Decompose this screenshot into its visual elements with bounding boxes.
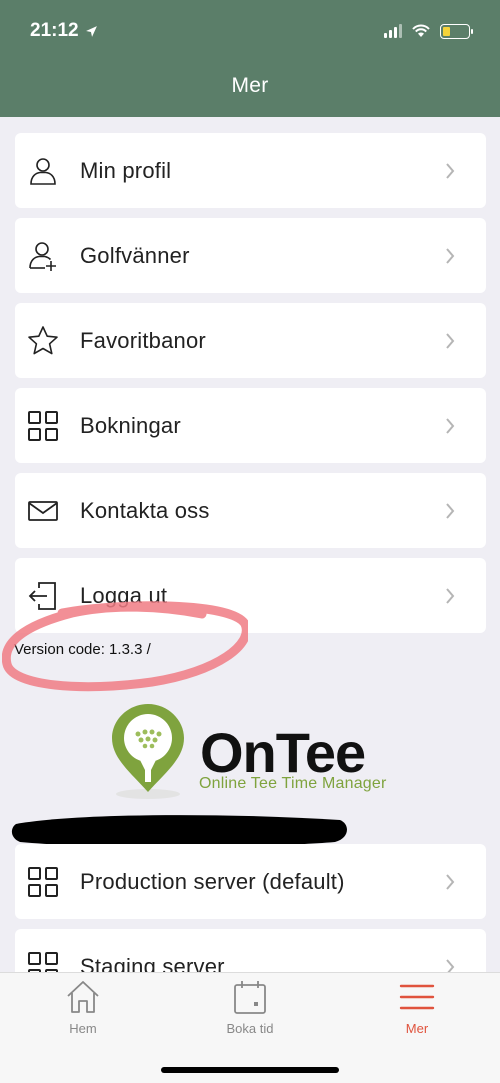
- home-icon: [67, 981, 99, 1013]
- golf-pin-logo-icon: [112, 704, 184, 799]
- status-bar: 21:12: [30, 18, 473, 44]
- battery-icon: [440, 23, 473, 39]
- annotation-circle: [2, 601, 248, 692]
- home-indicator: [161, 1067, 339, 1073]
- header-bar: 21:12 Mer: [0, 0, 500, 117]
- mail-icon: [26, 494, 60, 528]
- add-friend-icon: [26, 239, 60, 273]
- chevron-right-icon: [440, 417, 460, 434]
- tab-label: Boka tid: [226, 1021, 274, 1036]
- chevron-right-icon: [440, 587, 460, 604]
- chevron-right-icon: [440, 247, 460, 264]
- server-production[interactable]: Production server (default): [15, 844, 486, 919]
- menu-label: Bokningar: [80, 412, 181, 438]
- page-title: Mer: [231, 74, 269, 97]
- star-icon: [26, 324, 60, 358]
- menu-item-bokningar[interactable]: Bokningar: [15, 388, 486, 463]
- grid-icon: [26, 409, 60, 443]
- menu-label: Favoritbanor: [80, 327, 206, 353]
- tab-boka-tid[interactable]: Boka tid: [190, 979, 310, 1049]
- ontee-logo: OnTee Online Tee Time Manager: [108, 700, 398, 805]
- calendar-icon: [234, 981, 266, 1014]
- menu-label: Min profil: [80, 157, 172, 183]
- wifi-icon: [412, 24, 430, 37]
- tab-bar: Hem Boka tid Mer: [0, 972, 500, 1083]
- chevron-right-icon: [440, 502, 460, 519]
- tab-hem[interactable]: Hem: [23, 979, 143, 1049]
- menu-item-favoritbanor[interactable]: Favoritbanor: [15, 303, 486, 378]
- tab-label: Mer: [405, 1021, 429, 1036]
- tab-label: Hem: [69, 1021, 97, 1036]
- cellular-signal-icon: [384, 24, 402, 38]
- chevron-right-icon: [440, 332, 460, 349]
- menu-icon: [399, 984, 435, 1010]
- chevron-right-icon: [440, 873, 460, 890]
- grid-icon: [26, 865, 60, 899]
- menu-item-min-profil[interactable]: Min profil: [15, 133, 486, 208]
- location-arrow-icon: [85, 25, 97, 37]
- chevron-right-icon: [440, 162, 460, 179]
- status-time: 21:12: [30, 20, 79, 41]
- menu-item-golfvanner[interactable]: Golfvänner: [15, 218, 486, 293]
- tab-mer[interactable]: Mer: [357, 979, 477, 1049]
- user-icon: [26, 154, 60, 188]
- menu-label: Golfvänner: [80, 242, 190, 268]
- server-label: Production server (default): [80, 868, 345, 894]
- menu-item-kontakta-oss[interactable]: Kontakta oss: [15, 473, 486, 548]
- logo-tagline: Online Tee Time Manager: [199, 775, 387, 792]
- menu-label: Kontakta oss: [80, 497, 210, 523]
